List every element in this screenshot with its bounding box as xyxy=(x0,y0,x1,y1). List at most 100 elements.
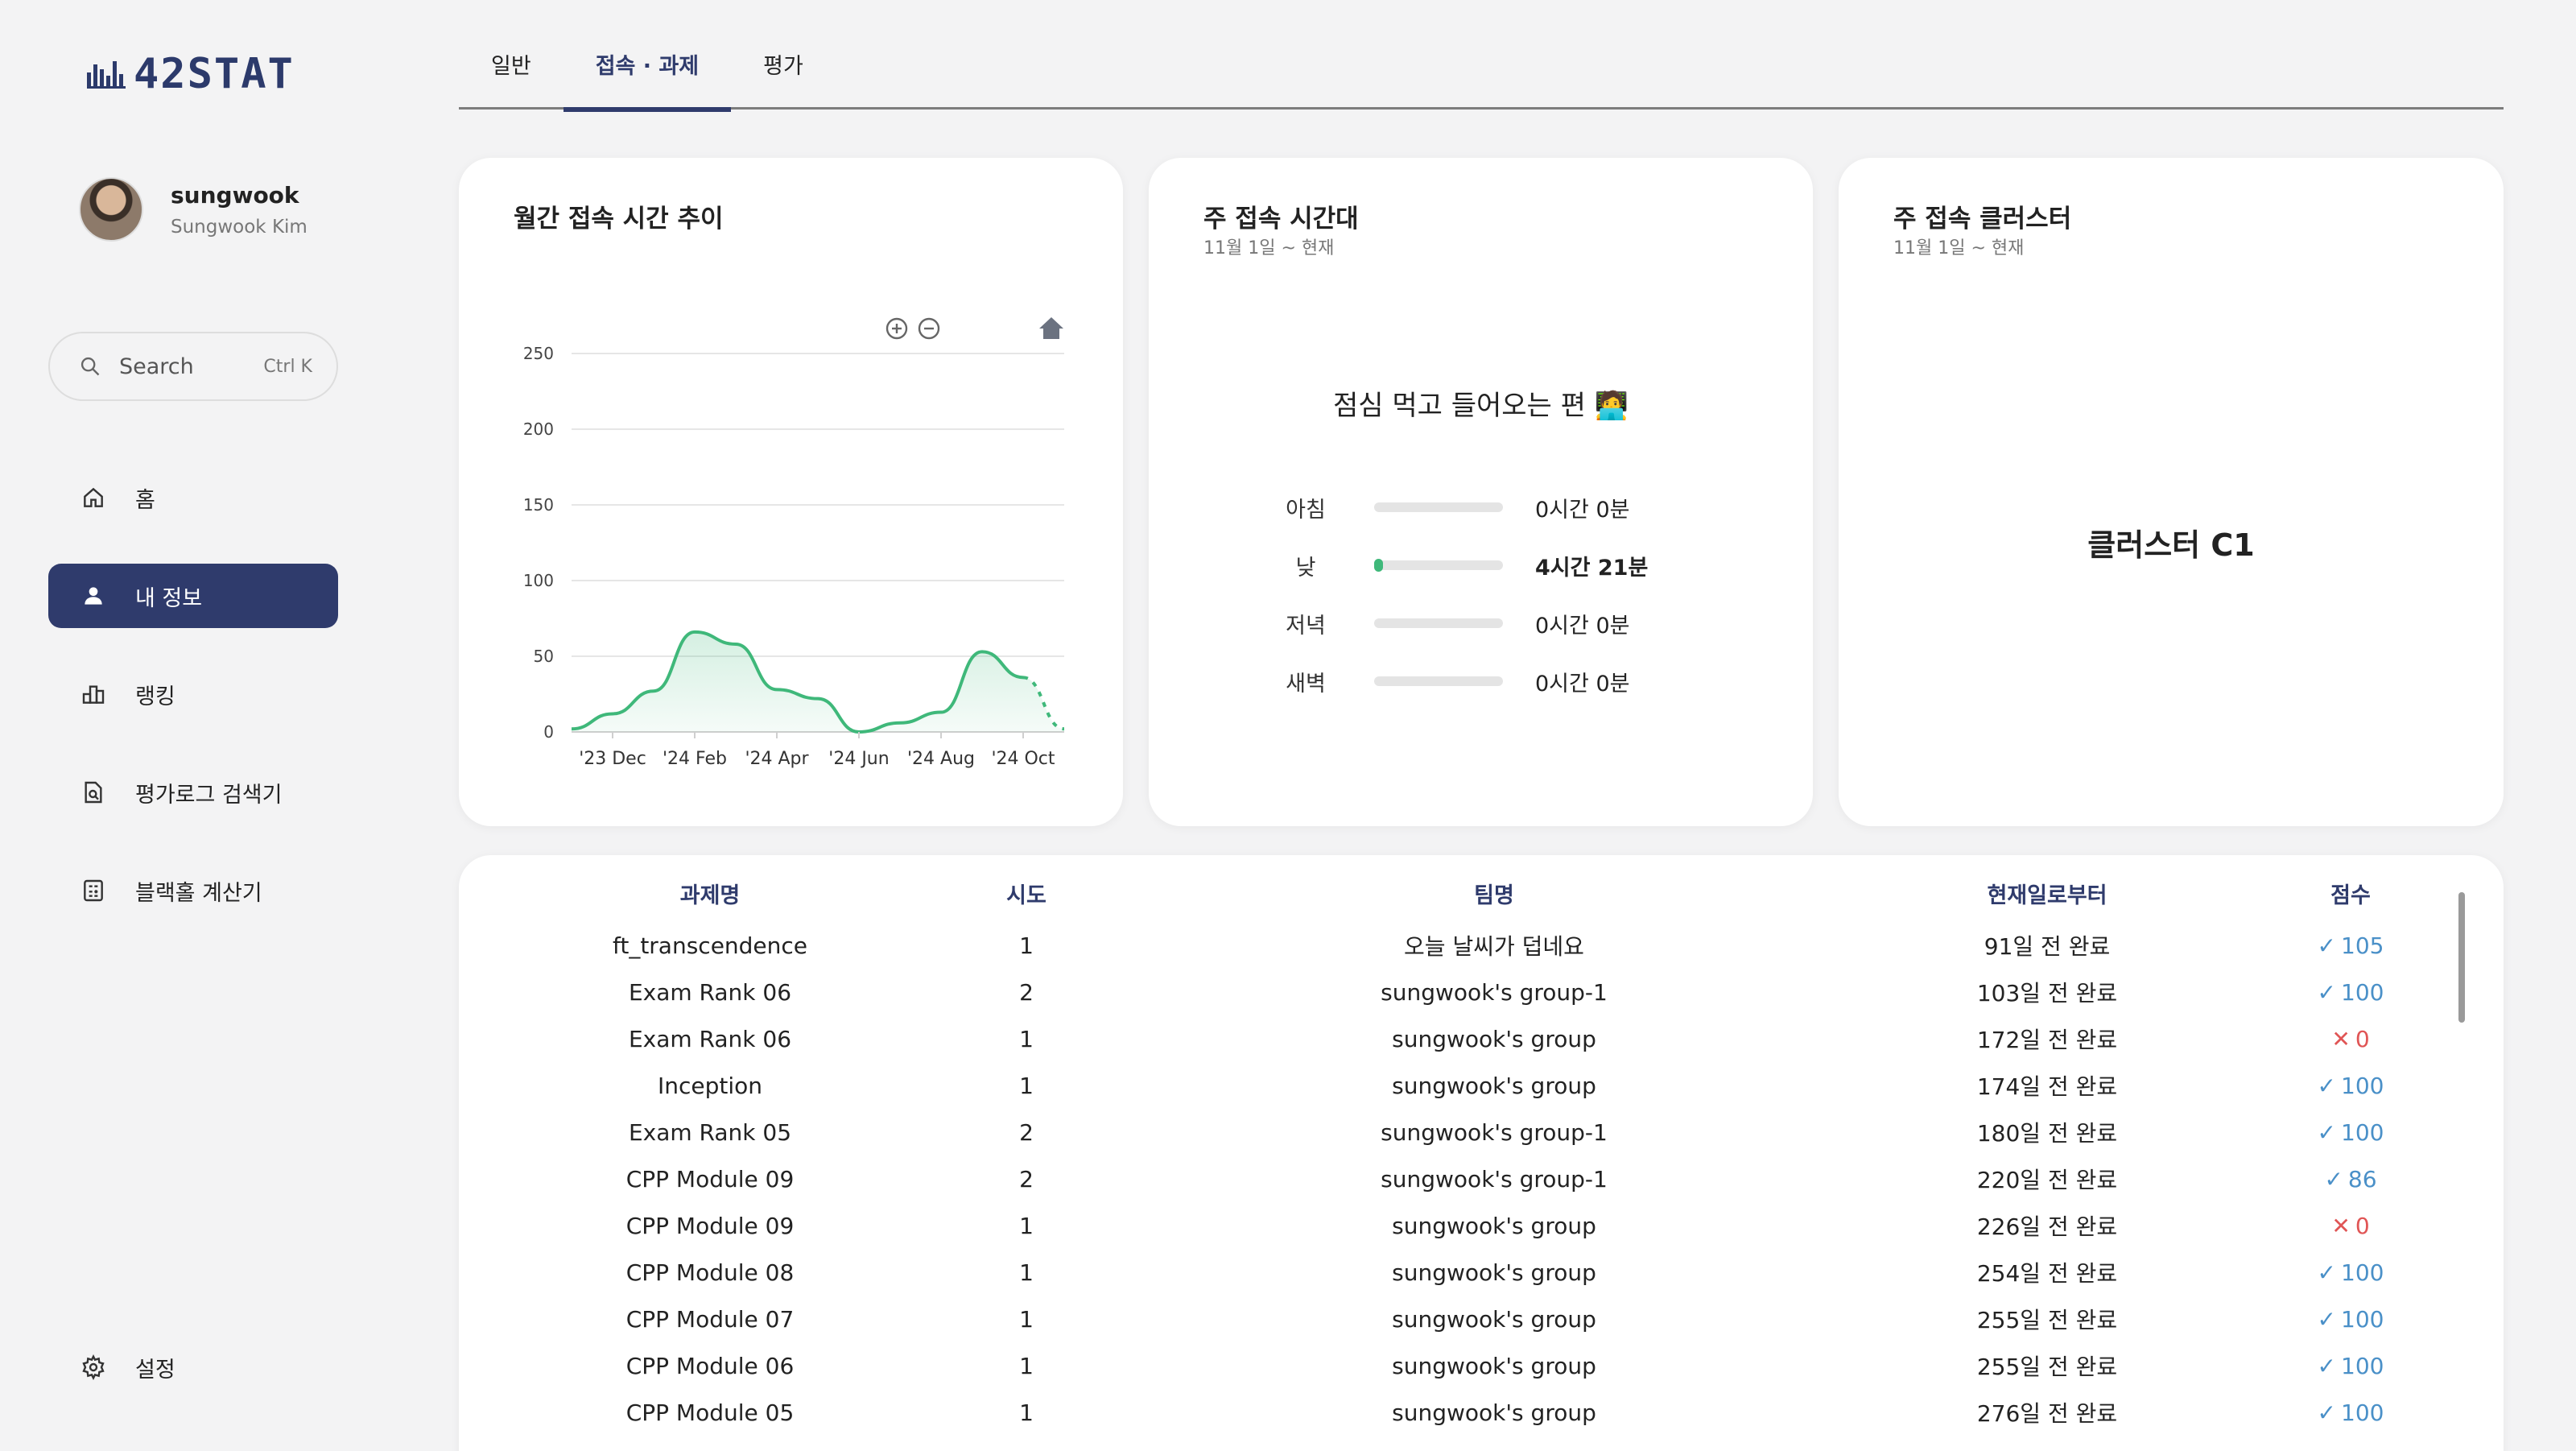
project-name-cell: CPP Module 09 xyxy=(625,1165,795,1193)
team-name-cell: sungwook's group xyxy=(1392,1399,1596,1426)
check-icon: ✓ xyxy=(2317,978,2336,1006)
ranking-icon xyxy=(82,685,105,704)
timeslot-value: 0시간 0분 xyxy=(1535,613,1630,639)
x-icon: ✕ xyxy=(2331,1025,2351,1052)
days-ago-cell: 174일 전 완료 xyxy=(1976,1073,2118,1100)
y-tick-label: 250 xyxy=(523,344,554,363)
user-icon xyxy=(85,587,102,605)
attempt-cell: 2 xyxy=(1019,1118,1034,1146)
score-cell: ✓ 100 xyxy=(2270,1306,2431,1333)
team-name-cell: sungwook's group xyxy=(1392,1305,1596,1333)
zoom-in-icon[interactable] xyxy=(886,317,908,340)
home-icon xyxy=(84,487,103,507)
score-cell: ✓ 100 xyxy=(2270,1353,2431,1379)
search-shortcut: Ctrl K xyxy=(263,356,312,377)
sidebar-item-ranking[interactable]: 랭킹 xyxy=(48,662,338,726)
logo[interactable]: 42STAT xyxy=(87,50,295,98)
area-fill xyxy=(572,631,1064,732)
attempt-cell: 1 xyxy=(1019,1399,1034,1426)
y-tick-label: 0 xyxy=(543,722,554,742)
column-header-attempt[interactable]: 시도 xyxy=(986,878,1067,909)
days-ago-cell: 254일 전 완료 xyxy=(1976,1260,2118,1287)
avatar xyxy=(79,177,143,242)
days-ago-cell: 103일 전 완료 xyxy=(1976,980,2118,1007)
column-header-project[interactable]: 과제명 xyxy=(491,878,929,909)
timeslot-label: 낮 xyxy=(1295,555,1316,581)
attempt-cell: 1 xyxy=(1019,1352,1034,1379)
score-cell: ✕ 0 xyxy=(2270,1026,2431,1052)
project-name-cell: CPP Module 05 xyxy=(625,1399,795,1426)
timeslot-headline: 점심 먹고 들어오는 편 🧑‍💻 xyxy=(1332,390,1629,422)
x-tick-label: '24 Feb xyxy=(663,749,727,769)
reset-zoom-home-icon[interactable] xyxy=(1039,317,1063,339)
team-name-cell: sungwook's group-1 xyxy=(1381,978,1608,1006)
table-row[interactable]: ft_transcendence 1 오늘 날씨가 덥네요 91일 전 완료 ✓ 105 xyxy=(0,922,2384,969)
timeslot-progress-bar xyxy=(1374,502,1503,512)
score-cell: ✓ 105 xyxy=(2270,932,2431,959)
check-icon: ✓ xyxy=(2317,1352,2336,1379)
tab-general[interactable]: 일반 xyxy=(459,32,564,110)
attempt-cell: 2 xyxy=(1019,1165,1034,1193)
team-name-cell: sungwook's group-1 xyxy=(1381,1118,1608,1146)
search-icon xyxy=(80,357,100,376)
sidebar-item-my-info[interactable]: 내 정보 xyxy=(48,564,338,628)
days-ago-cell: 276일 전 완료 xyxy=(1976,1400,2118,1427)
check-icon: ✓ xyxy=(2317,1259,2336,1286)
sidebar-item-label: 내 정보 xyxy=(135,585,203,611)
table-row[interactable]: CPP Module 09 1 sungwook's group 226일 전 완료 ✕… xyxy=(0,1202,2370,1249)
score-cell: ✓ 100 xyxy=(2270,979,2431,1006)
project-name-cell: CPP Module 07 xyxy=(625,1305,795,1333)
table-row[interactable]: Exam Rank 06 2 sungwook's group-1 103일 전 완료… xyxy=(0,969,2384,1015)
sidebar-item-label: 랭킹 xyxy=(135,684,175,709)
column-header-days-ago[interactable]: 현재일로부터 xyxy=(1926,878,2168,909)
sidebar-item-label: 홈 xyxy=(135,487,155,513)
score-value: 100 xyxy=(2341,1072,2384,1099)
project-name-cell: CPP Module 08 xyxy=(625,1259,795,1286)
column-header-score[interactable]: 점수 xyxy=(2270,878,2431,909)
timeslot-progress-bar xyxy=(1374,618,1503,628)
score-value: 100 xyxy=(2341,1352,2384,1379)
cluster-value: 클러스터 C1 xyxy=(2087,527,2255,563)
team-name-cell: sungwook's group xyxy=(1392,1025,1596,1052)
table-row[interactable]: Inception 1 sungwook's group 174일 전 완료 ✓ 100 xyxy=(0,1062,2384,1109)
check-icon: ✓ xyxy=(2324,1165,2343,1193)
table-row[interactable]: Exam Rank 06 1 sungwook's group 172일 전 완료 ✕ 0 xyxy=(0,1015,2370,1062)
y-tick-label: 200 xyxy=(523,420,554,439)
sidebar-item-home[interactable]: 홈 xyxy=(48,465,338,530)
attempt-cell: 1 xyxy=(1019,932,1034,959)
attempt-cell: 1 xyxy=(1019,1072,1034,1099)
column-header-team[interactable]: 팀명 xyxy=(1269,878,1719,909)
tab-evaluation[interactable]: 평가 xyxy=(731,32,836,110)
card-title: 주 접속 시간대 xyxy=(1203,205,1359,234)
table-scrollbar[interactable] xyxy=(2458,892,2465,1023)
table-row[interactable]: CPP Module 05 1 sungwook's group 276일 전 완료 ✓… xyxy=(0,1389,2384,1436)
project-name-cell: Inception xyxy=(657,1072,763,1099)
sidebar-item-eval-log-search[interactable]: 평가로그 검색기 xyxy=(48,760,338,825)
score-cell: ✕ 0 xyxy=(2270,1213,2431,1239)
search-input[interactable]: Search xyxy=(119,354,263,379)
timeslot-label: 아침 xyxy=(1286,497,1326,523)
card-subtitle: 11월 1일 ~ 현재 xyxy=(1893,238,2025,258)
timeslot-value: 0시간 0분 xyxy=(1535,497,1630,523)
tab-access-projects[interactable]: 접속 · 과제 xyxy=(563,32,732,112)
x-tick-label: '24 Aug xyxy=(907,749,975,769)
table-row[interactable]: Exam Rank 05 2 sungwook's group-1 180일 전 완료… xyxy=(0,1109,2384,1155)
project-name-cell: CPP Module 09 xyxy=(625,1212,795,1239)
user-profile[interactable]: sungwook Sungwook Kim xyxy=(79,177,308,242)
check-icon: ✓ xyxy=(2317,1305,2336,1333)
table-row[interactable]: CPP Module 07 1 sungwook's group 255일 전 완료 ✓… xyxy=(0,1296,2384,1342)
table-row[interactable]: CPP Module 06 1 sungwook's group 255일 전 완료 ✓… xyxy=(0,1342,2384,1389)
days-ago-cell: 220일 전 완료 xyxy=(1976,1167,2118,1193)
table-row[interactable]: CPP Module 09 2 sungwook's group-1 220일 전 완… xyxy=(0,1155,2377,1202)
x-icon: ✕ xyxy=(2331,1212,2351,1239)
attempt-cell: 2 xyxy=(1019,978,1034,1006)
team-name-cell: sungwook's group xyxy=(1392,1212,1596,1239)
y-tick-label: 50 xyxy=(534,647,554,666)
table-row[interactable]: CPP Module 08 1 sungwook's group 254일 전 완료 ✓… xyxy=(0,1249,2384,1296)
x-tick-label: '24 Oct xyxy=(991,749,1055,769)
timeslot-progress-bar xyxy=(1374,559,1503,572)
days-ago-cell: 172일 전 완료 xyxy=(1976,1027,2118,1053)
search-box[interactable]: Search Ctrl K xyxy=(48,332,338,401)
timeslot-value: 4시간 21분 xyxy=(1535,555,1649,581)
zoom-out-icon[interactable] xyxy=(918,317,940,340)
